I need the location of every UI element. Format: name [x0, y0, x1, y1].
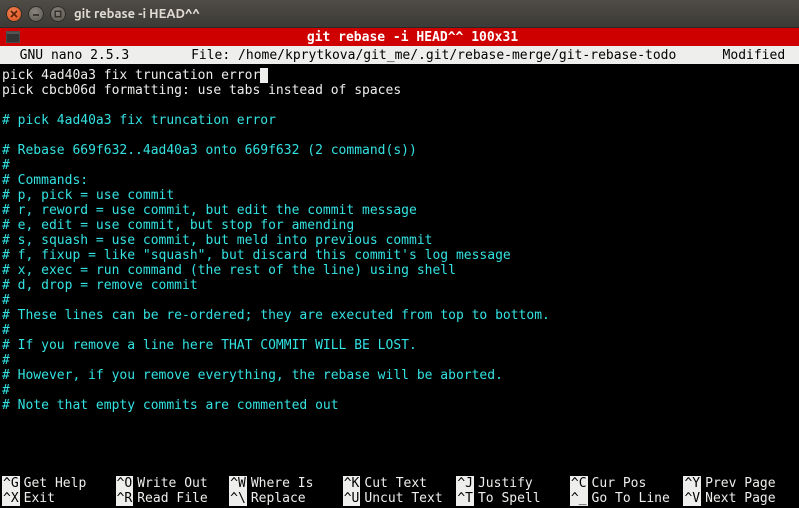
- shortcut-label: Get Help: [24, 476, 87, 491]
- window-title: git rebase -i HEAD^^: [74, 7, 200, 21]
- shortcut-label: Cut Text: [364, 476, 427, 491]
- shortcut-key: ^C: [570, 476, 588, 491]
- shortcut-label: To Spell: [478, 491, 541, 506]
- shortcut-label: Where Is: [251, 476, 314, 491]
- nano-file-path: File: /home/kprytkova/git_me/.git/rebase…: [145, 48, 723, 63]
- editor-line[interactable]: pick cbcb06d formatting: use tabs instea…: [2, 83, 797, 98]
- nano-version: GNU nano 2.5.3: [4, 48, 145, 63]
- shortcut-label: Uncut Text: [364, 491, 442, 506]
- minimize-icon: [32, 10, 40, 18]
- terminal-icon: [4, 30, 22, 44]
- shortcut-key: ^_: [570, 491, 588, 506]
- shortcut-item: ^KCut Text: [343, 476, 457, 491]
- editor-area[interactable]: pick 4ad40a3 fix truncation errorpick cb…: [0, 64, 799, 476]
- editor-line[interactable]: # e, edit = use commit, but stop for ame…: [2, 218, 797, 233]
- minimize-button[interactable]: [28, 6, 44, 22]
- editor-line[interactable]: [2, 128, 797, 143]
- shortcut-item: ^J Justify: [456, 476, 570, 491]
- shortcut-item: ^OWrite Out: [116, 476, 230, 491]
- shortcut-key: ^K: [343, 476, 361, 491]
- shortcut-item: ^G Get Help: [2, 476, 116, 491]
- shortcut-item: ^UUncut Text: [343, 491, 457, 506]
- shortcut-row: ^XExit^RRead File^\Replace^UUncut Text^T…: [2, 491, 797, 506]
- editor-line[interactable]: # Note that empty commits are commented …: [2, 398, 797, 413]
- editor-line[interactable]: #: [2, 323, 797, 338]
- shortcut-label: Replace: [251, 491, 306, 506]
- shortcut-label: Write Out: [137, 476, 207, 491]
- shortcut-label: Go To Line: [592, 491, 670, 506]
- close-button[interactable]: [6, 6, 22, 22]
- maximize-button[interactable]: [50, 6, 66, 22]
- shortcut-item: ^C Cur Pos: [570, 476, 684, 491]
- nano-status-bar: GNU nano 2.5.3 File: /home/kprytkova/git…: [0, 46, 799, 64]
- shortcut-row: ^GGet Help^OWrite Out^WWhere Is^KCut Tex…: [2, 476, 797, 491]
- shortcut-key: ^O: [116, 476, 134, 491]
- terminal-tab-bar: git rebase -i HEAD^^ 100x31: [0, 28, 799, 46]
- shortcut-key: ^V: [683, 491, 701, 506]
- maximize-icon: [54, 10, 62, 18]
- editor-line[interactable]: # pick 4ad40a3 fix truncation error: [2, 113, 797, 128]
- editor-line[interactable]: #: [2, 158, 797, 173]
- shortcut-label: Justify: [478, 476, 533, 491]
- shortcut-key: ^X: [2, 491, 20, 506]
- editor-line[interactable]: #: [2, 383, 797, 398]
- editor-line[interactable]: # Commands:: [2, 173, 797, 188]
- shortcut-label: Cur Pos: [592, 476, 647, 491]
- shortcut-label: Prev Page: [705, 476, 775, 491]
- editor-line[interactable]: # f, fixup = like "squash", but discard …: [2, 248, 797, 263]
- window-titlebar: git rebase -i HEAD^^: [0, 0, 799, 28]
- shortcut-item: ^\ Replace: [229, 491, 343, 506]
- editor-line[interactable]: #: [2, 293, 797, 308]
- shortcut-item: ^X Exit: [2, 491, 116, 506]
- shortcut-label: Read File: [137, 491, 207, 506]
- editor-line[interactable]: #: [2, 353, 797, 368]
- editor-line[interactable]: pick 4ad40a3 fix truncation error: [2, 68, 797, 83]
- text-cursor: [260, 68, 268, 83]
- editor-line[interactable]: # x, exec = run command (the rest of the…: [2, 263, 797, 278]
- editor-line[interactable]: # However, if you remove everything, the…: [2, 368, 797, 383]
- editor-line[interactable]: # r, reword = use commit, but edit the c…: [2, 203, 797, 218]
- shortcut-key: ^G: [2, 476, 20, 491]
- shortcut-item: ^V Next Page: [683, 491, 797, 506]
- shortcut-key: ^U: [343, 491, 361, 506]
- shortcut-label: Next Page: [705, 491, 775, 506]
- editor-line[interactable]: # These lines can be re-ordered; they ar…: [2, 308, 797, 323]
- shortcut-key: ^T: [456, 491, 474, 506]
- shortcut-item: ^W Where Is: [229, 476, 343, 491]
- editor-line[interactable]: # d, drop = remove commit: [2, 278, 797, 293]
- editor-line[interactable]: # Rebase 669f632..4ad40a3 onto 669f632 (…: [2, 143, 797, 158]
- shortcut-key: ^R: [116, 491, 134, 506]
- shortcut-key: ^Y: [683, 476, 701, 491]
- shortcut-key: ^\: [229, 491, 247, 506]
- shortcut-label: Exit: [24, 491, 55, 506]
- nano-modified-indicator: Modified: [723, 48, 795, 63]
- shortcut-item: ^T To Spell: [456, 491, 570, 506]
- shortcut-item: ^RRead File: [116, 491, 230, 506]
- terminal-tab-label[interactable]: git rebase -i HEAD^^ 100x31: [26, 30, 799, 45]
- editor-line[interactable]: # If you remove a line here THAT COMMIT …: [2, 338, 797, 353]
- terminal-window: git rebase -i HEAD^^ git rebase -i HEAD^…: [0, 0, 799, 508]
- window-controls: [6, 6, 66, 22]
- shortcut-key: ^W: [229, 476, 247, 491]
- shortcut-key: ^J: [456, 476, 474, 491]
- shortcut-item: ^Y Prev Page: [683, 476, 797, 491]
- close-icon: [10, 10, 18, 18]
- editor-line[interactable]: # p, pick = use commit: [2, 188, 797, 203]
- shortcut-item: ^_ Go To Line: [570, 491, 684, 506]
- editor-line[interactable]: # s, squash = use commit, but meld into …: [2, 233, 797, 248]
- editor-line[interactable]: [2, 98, 797, 113]
- nano-shortcut-bar: ^GGet Help^OWrite Out^WWhere Is^KCut Tex…: [0, 476, 799, 508]
